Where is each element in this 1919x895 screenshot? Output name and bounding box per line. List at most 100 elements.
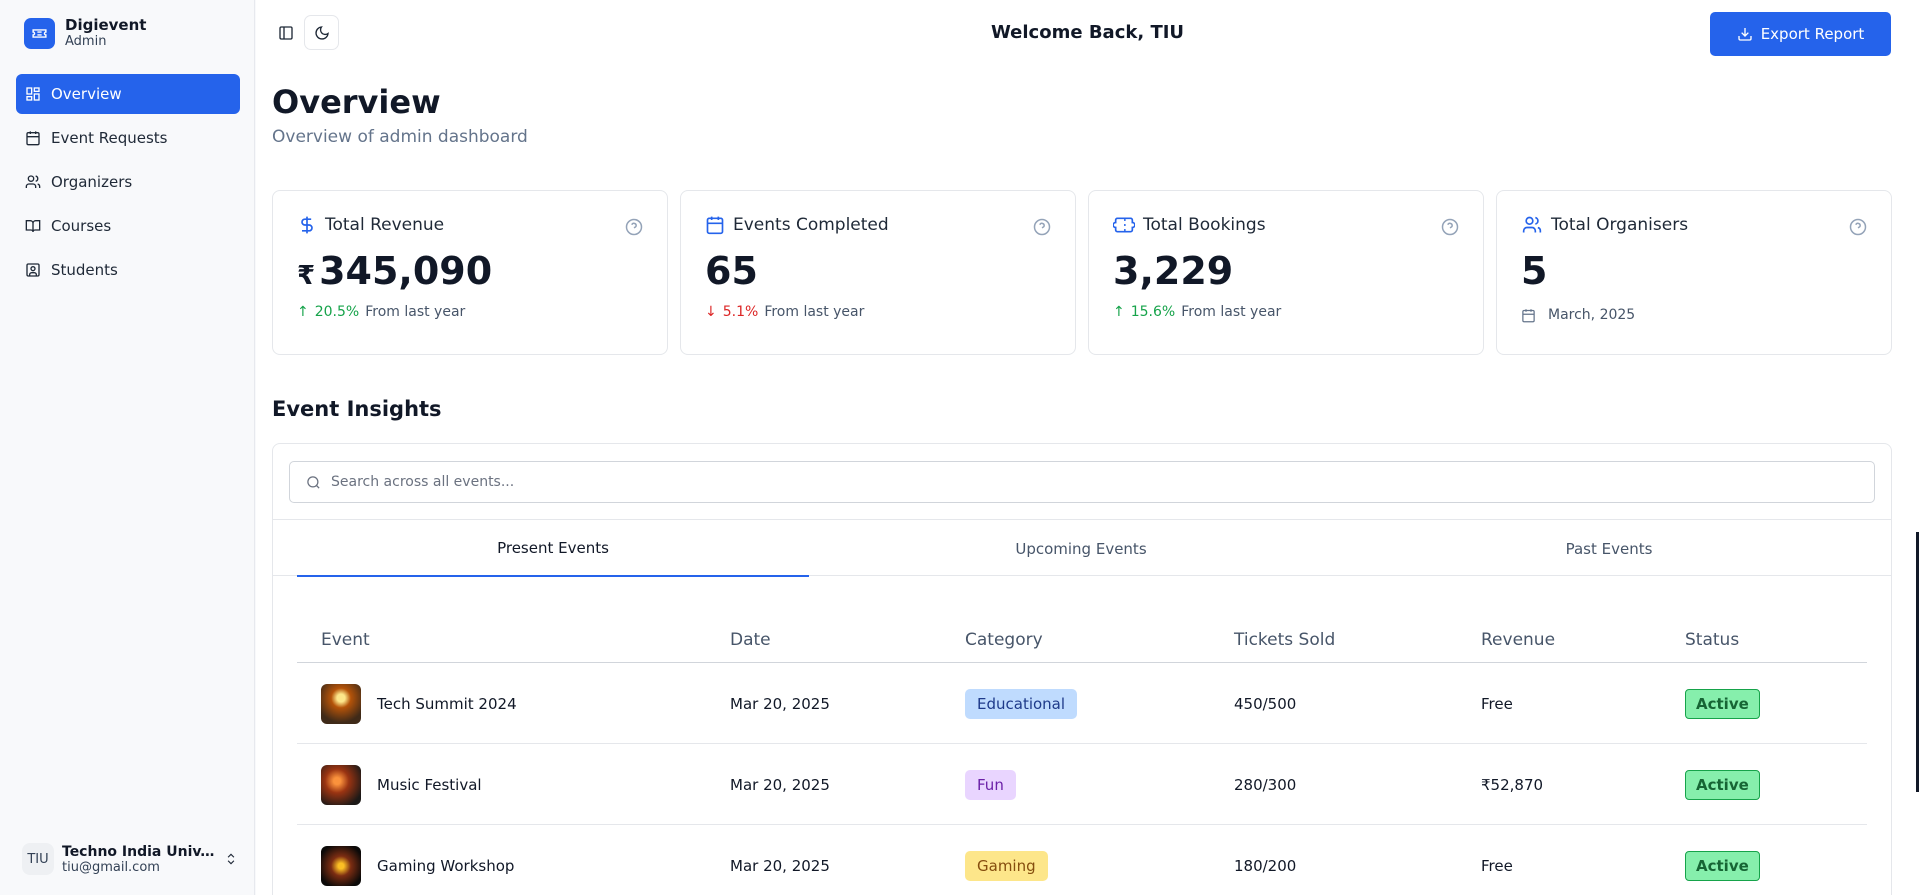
sidebar-item-label: Organizers bbox=[51, 173, 133, 191]
card-value: 65 bbox=[705, 249, 758, 293]
column-header-revenue: Revenue bbox=[1481, 630, 1556, 650]
sidebar-item-overview[interactable]: Overview bbox=[16, 74, 240, 114]
moon-icon bbox=[314, 25, 329, 40]
sidebar: Digievent Admin Overview Event Requests … bbox=[0, 0, 255, 895]
arrow-down-icon: ↓ bbox=[705, 304, 717, 320]
brand[interactable]: Digievent Admin bbox=[24, 17, 146, 50]
sidebar-item-students[interactable]: Students bbox=[16, 250, 240, 290]
event-thumbnail bbox=[321, 683, 361, 724]
welcome-heading: Welcome Back, TIU bbox=[990, 22, 1185, 43]
event-thumbnail bbox=[321, 764, 361, 805]
sidebar-item-event-requests[interactable]: Event Requests bbox=[16, 118, 240, 158]
column-header-tickets-sold: Tickets Sold bbox=[1234, 630, 1336, 650]
arrow-up-icon: ↑ bbox=[1113, 304, 1125, 320]
help-circle-icon[interactable] bbox=[1441, 218, 1459, 236]
help-circle-icon[interactable] bbox=[1849, 218, 1867, 236]
users-icon bbox=[25, 175, 41, 188]
column-header-event: Event bbox=[321, 630, 370, 650]
card-value: 3,229 bbox=[1113, 249, 1234, 293]
tickets-sold: 280/300 bbox=[1234, 775, 1297, 794]
dollar-icon bbox=[301, 216, 313, 234]
sidebar-item-label: Overview bbox=[51, 85, 122, 103]
theme-toggle-button[interactable] bbox=[304, 15, 339, 50]
currency-symbol: ₹ bbox=[297, 261, 316, 291]
status-badge: Active bbox=[1685, 688, 1760, 719]
sidebar-nav: Overview Event Requests Organizers Cours… bbox=[16, 74, 240, 294]
search-placeholder: Search across all events... bbox=[331, 474, 515, 490]
tickets-sold: 450/500 bbox=[1234, 694, 1297, 713]
event-revenue: ₹52,870 bbox=[1481, 775, 1544, 794]
card-note: From last year bbox=[764, 304, 865, 320]
event-name: Tech Summit 2024 bbox=[377, 694, 517, 713]
users-icon bbox=[1522, 216, 1542, 233]
category-badge: Fun bbox=[965, 769, 1016, 800]
download-icon bbox=[1738, 28, 1752, 41]
table-header: Event Date Category Tickets Sold Revenue… bbox=[297, 616, 1867, 663]
card-change: 15.6% bbox=[1130, 304, 1176, 320]
event-name: Music Festival bbox=[377, 775, 482, 794]
card-note: From last year bbox=[365, 304, 466, 320]
sidebar-toggle-button[interactable] bbox=[268, 15, 303, 50]
card-title: Total Revenue bbox=[325, 215, 445, 235]
export-report-label: Export Report bbox=[1760, 25, 1865, 43]
stat-card-total-organisers: Total Organisers 5 March, 2025 bbox=[1496, 190, 1892, 355]
event-revenue: Free bbox=[1481, 694, 1513, 713]
event-name: Gaming Workshop bbox=[377, 856, 515, 875]
calendar-icon bbox=[706, 216, 724, 235]
sidebar-toggle-icon bbox=[278, 25, 293, 40]
book-icon bbox=[25, 220, 41, 233]
card-change: 20.5% bbox=[314, 304, 360, 320]
event-date: Mar 20, 2025 bbox=[730, 694, 830, 713]
stat-card-events-completed: Events Completed 65 ↓ 5.1% From last yea… bbox=[680, 190, 1076, 355]
tab-past-events[interactable]: Past Events bbox=[1353, 520, 1865, 577]
user-menu[interactable]: TIU Techno India Univ... tiu@gmail.com bbox=[22, 843, 238, 875]
card-value: 345,090 bbox=[319, 249, 493, 293]
brand-role: Admin bbox=[65, 34, 107, 49]
sidebar-item-label: Event Requests bbox=[51, 129, 168, 147]
sidebar-item-organizers[interactable]: Organizers bbox=[16, 162, 240, 202]
page-title: Overview bbox=[272, 83, 441, 121]
calendar-icon bbox=[1522, 308, 1535, 322]
ticket-logo-icon bbox=[24, 18, 55, 49]
stat-card-total-bookings: Total Bookings 3,229 ↑ 15.6% From last y… bbox=[1088, 190, 1484, 355]
page-subtitle: Overview of admin dashboard bbox=[272, 127, 528, 147]
stat-card-total-revenue: Total Revenue ₹345,090 ↑ 20.5% From last… bbox=[272, 190, 668, 355]
event-date: Mar 20, 2025 bbox=[730, 856, 830, 875]
dashboard-icon bbox=[26, 87, 40, 101]
card-title: Total Bookings bbox=[1143, 215, 1266, 235]
event-insights-title: Event Insights bbox=[272, 397, 442, 421]
events-table: Event Date Category Tickets Sold Revenue… bbox=[297, 616, 1867, 895]
column-header-category: Category bbox=[965, 630, 1043, 650]
main-content: Welcome Back, TIU Export Report Overview… bbox=[256, 0, 1919, 895]
event-revenue: Free bbox=[1481, 856, 1513, 875]
arrow-up-icon: ↑ bbox=[297, 304, 309, 320]
column-header-status: Status bbox=[1685, 630, 1740, 650]
tickets-sold: 180/200 bbox=[1234, 856, 1297, 875]
chevron-up-down-icon[interactable] bbox=[224, 852, 238, 866]
help-circle-icon[interactable] bbox=[1033, 218, 1051, 236]
event-insights-panel: Search across all events... Present Even… bbox=[272, 443, 1892, 895]
card-value: 5 bbox=[1521, 249, 1548, 293]
status-badge: Active bbox=[1685, 769, 1760, 800]
sidebar-item-label: Students bbox=[51, 261, 118, 279]
card-change: 5.1% bbox=[722, 304, 759, 320]
tab-upcoming-events[interactable]: Upcoming Events bbox=[825, 520, 1337, 577]
sidebar-item-courses[interactable]: Courses bbox=[16, 206, 240, 246]
table-row[interactable]: Music Festival Mar 20, 2025 Fun 280/300 … bbox=[297, 744, 1867, 825]
table-row[interactable]: Gaming Workshop Mar 20, 2025 Gaming 180/… bbox=[297, 825, 1867, 895]
brand-name: Digievent bbox=[65, 16, 147, 34]
event-date: Mar 20, 2025 bbox=[730, 775, 830, 794]
sidebar-item-label: Courses bbox=[51, 217, 112, 235]
user-name: Techno India Univ... bbox=[62, 843, 216, 860]
help-circle-icon[interactable] bbox=[625, 218, 643, 236]
event-search-input[interactable]: Search across all events... bbox=[289, 461, 1875, 503]
category-badge: Gaming bbox=[965, 850, 1048, 881]
student-id-icon bbox=[26, 263, 40, 277]
export-report-button[interactable]: Export Report bbox=[1710, 12, 1891, 56]
search-icon bbox=[307, 475, 320, 489]
table-row[interactable]: Tech Summit 2024 Mar 20, 2025 Educationa… bbox=[297, 663, 1867, 744]
column-header-date: Date bbox=[730, 630, 771, 650]
card-note: March, 2025 bbox=[1548, 307, 1636, 323]
avatar: TIU bbox=[22, 843, 54, 875]
tab-present-events[interactable]: Present Events bbox=[297, 520, 809, 577]
